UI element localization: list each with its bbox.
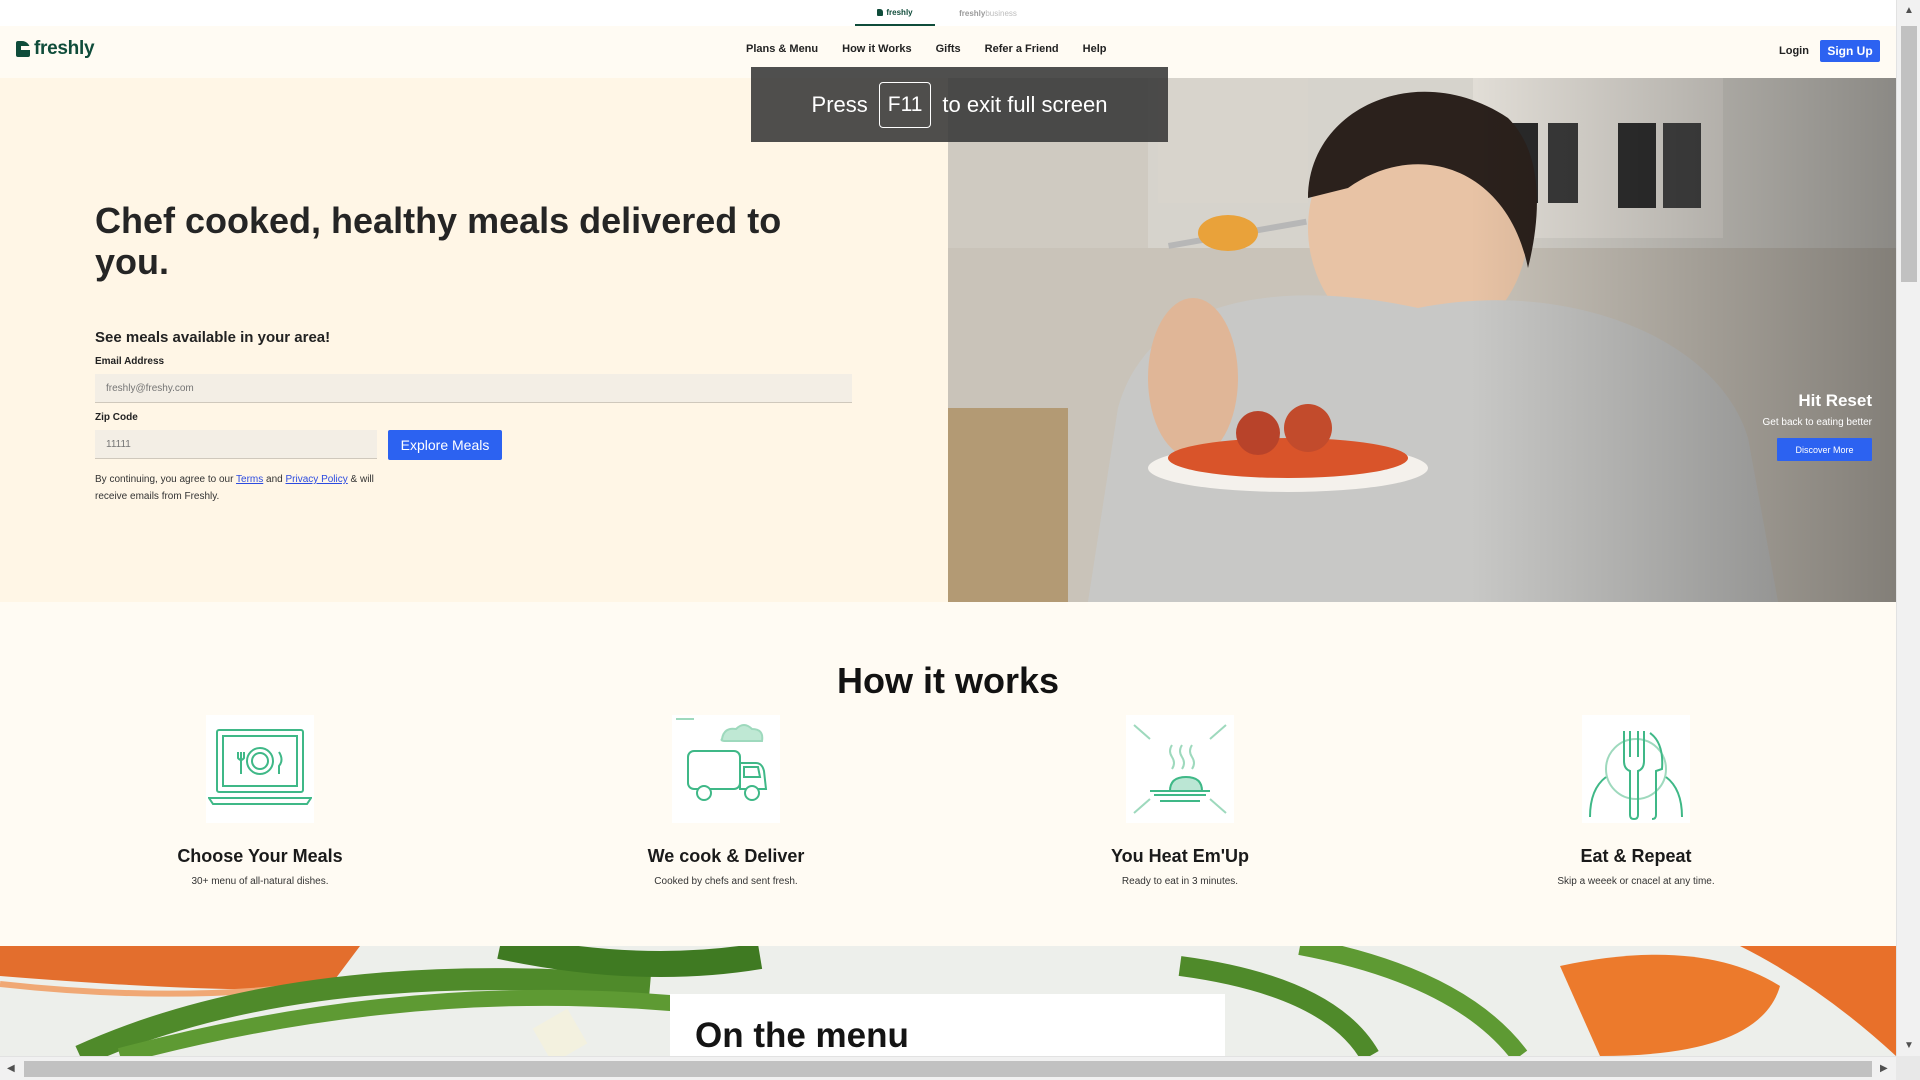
scroll-left-arrow-icon[interactable]: ◀ xyxy=(7,1063,15,1074)
step-choose-meals: Choose Your Meals 30+ menu of all-natura… xyxy=(110,715,410,887)
email-field[interactable] xyxy=(95,374,852,403)
promo-title: Hit Reset xyxy=(1798,391,1872,410)
laptop-plate-icon xyxy=(206,715,314,823)
microwave-icon xyxy=(1126,715,1234,823)
step-heat-em-up: You Heat Em'Up Ready to eat in 3 minutes… xyxy=(1030,715,1330,887)
fork-knife-icon xyxy=(1582,715,1690,823)
brand-tab-business-light: business xyxy=(985,8,1017,18)
vertical-scroll-thumb[interactable] xyxy=(1901,26,1917,282)
scroll-right-arrow-icon[interactable]: ▶ xyxy=(1880,1063,1888,1074)
step-title: Choose Your Meals xyxy=(177,846,343,866)
nav-link-gifts[interactable]: Gifts xyxy=(936,43,961,55)
logo-text: freshly xyxy=(34,38,95,59)
zip-label: Zip Code xyxy=(95,412,138,423)
promo-block: Hit Reset Get back to eating better Disc… xyxy=(1762,391,1872,461)
hero-signup-panel: Chef cooked, healthy meals delivered to … xyxy=(0,78,948,602)
step-title: You Heat Em'Up xyxy=(1111,846,1249,866)
fullscreen-press-text: Press xyxy=(811,91,868,117)
browser-viewport: freshly freshly business freshly Plans & … xyxy=(0,0,1896,1056)
nav-links: Plans & Menu How it Works Gifts Refer a … xyxy=(746,43,1106,55)
menu-section-title: On the menu xyxy=(695,1016,909,1055)
brand-tab-business[interactable]: freshly business xyxy=(945,0,1031,26)
scrollbar-corner xyxy=(1896,1056,1920,1080)
signup-button[interactable]: Sign Up xyxy=(1820,40,1880,62)
nav-link-plans-menu[interactable]: Plans & Menu xyxy=(746,43,818,55)
nav-link-refer-a-friend[interactable]: Refer a Friend xyxy=(985,43,1059,55)
hero-subtitle: See meals available in your area! xyxy=(95,329,331,346)
f11-key: F11 xyxy=(878,81,932,128)
login-link[interactable]: Login xyxy=(1779,45,1809,57)
step-description: Cooked by chefs and sent fresh. xyxy=(654,876,798,887)
step-title: We cook & Deliver xyxy=(647,846,805,866)
step-cook-deliver: We cook & Deliver Cooked by chefs and se… xyxy=(576,715,876,887)
brand-tab-freshly[interactable]: freshly xyxy=(855,0,935,26)
step-eat-repeat: Eat & Repeat Skip a weeek or cnacel at a… xyxy=(1486,715,1786,887)
hero-title: Chef cooked, healthy meals delivered to … xyxy=(95,200,782,282)
how-it-works-title: How it works xyxy=(836,660,1060,701)
step-description: Ready to eat in 3 minutes. xyxy=(1121,876,1239,887)
brand-switcher: freshly freshly business xyxy=(0,0,1896,26)
freshly-logo[interactable]: freshly xyxy=(16,38,95,60)
zip-field[interactable] xyxy=(95,430,377,459)
explore-meals-button[interactable]: Explore Meals xyxy=(388,430,502,460)
email-label: Email Address xyxy=(95,356,165,367)
step-description: Skip a weeek or cnacel at any time. xyxy=(1557,876,1715,887)
scroll-down-arrow-icon[interactable]: ▼ xyxy=(1904,1040,1914,1051)
hero-photo xyxy=(948,78,1896,602)
menu-title-card: On the menu xyxy=(670,994,1225,1056)
vertical-scrollbar[interactable]: ▲ ▼ xyxy=(1896,0,1920,1056)
scroll-up-arrow-icon[interactable]: ▲ xyxy=(1904,5,1914,16)
nav-link-how-it-works[interactable]: How it Works xyxy=(842,43,911,55)
freshly-logo-icon xyxy=(16,41,30,57)
brand-tab-business-bold: freshly xyxy=(959,8,986,18)
fullscreen-notice: Press F11 to exit full screen xyxy=(751,67,1168,142)
legal-and: and xyxy=(263,474,286,485)
hero-image-panel: Hit Reset Get back to eating better Disc… xyxy=(948,78,1896,602)
step-title: Eat & Repeat xyxy=(1580,846,1692,866)
horizontal-scrollbar[interactable]: ◀ ▶ xyxy=(0,1056,1896,1080)
fullscreen-rest-text: to exit full screen xyxy=(942,91,1108,117)
legal-text: By continuing, you agree to our Terms an… xyxy=(95,471,385,505)
freshly-logo-icon xyxy=(877,8,884,16)
terms-link[interactable]: Terms xyxy=(236,474,263,485)
legal-prefix: By continuing, you agree to our xyxy=(95,474,237,485)
privacy-policy-link[interactable]: Privacy Policy xyxy=(286,474,348,485)
menu-banner: On the menu xyxy=(0,946,1896,1056)
discover-more-button[interactable]: Discover More xyxy=(1777,438,1872,461)
step-description: 30+ menu of all-natural dishes. xyxy=(191,876,329,887)
brand-tab-freshly-label: freshly xyxy=(886,7,913,17)
promo-subtitle: Get back to eating better xyxy=(1762,417,1872,428)
horizontal-scroll-thumb[interactable] xyxy=(24,1061,1872,1077)
nav-link-help[interactable]: Help xyxy=(1083,43,1107,55)
delivery-truck-icon xyxy=(672,715,780,823)
